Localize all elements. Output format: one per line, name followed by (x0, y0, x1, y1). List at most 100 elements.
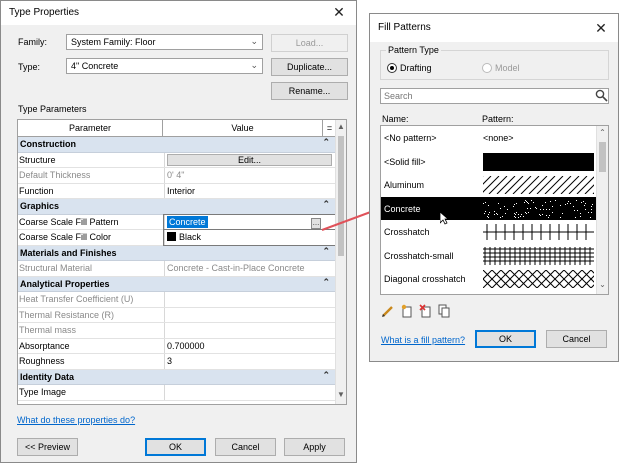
pattern-list-item[interactable]: Crosshatch-small (381, 244, 608, 268)
collapse-chevron-icon[interactable]: ⌃ (322, 137, 330, 148)
family-select[interactable]: System Family: Floor ⌄ (66, 34, 263, 50)
scroll-down-icon[interactable]: ⌄ (597, 280, 608, 292)
pattern-preview (483, 199, 594, 218)
parameter-name: Coarse Scale Fill Color (19, 232, 112, 242)
group-row[interactable]: Materials and Finishes ⌃ (18, 245, 336, 261)
new-pattern-icon[interactable] (401, 304, 412, 318)
title-bar: Type Properties ✕ (1, 1, 356, 25)
parameter-value: Concrete - Cast-in-Place Concrete (167, 263, 305, 273)
rename-button[interactable]: Rename... (271, 82, 348, 100)
apply-button[interactable]: Apply (284, 438, 345, 456)
scroll-up-icon[interactable]: ⌃ (597, 128, 608, 140)
close-icon[interactable]: ✕ (328, 3, 350, 21)
parameter-value-cell[interactable]: 3 (164, 354, 336, 369)
type-select[interactable]: 4" Concrete ⌄ (66, 58, 263, 74)
scroll-down-icon[interactable]: ▼ (336, 390, 346, 402)
grid-rows: Construction ⌃ Structure Edit... Default Thi… (18, 137, 337, 401)
parameter-value: 0' 4" (167, 170, 185, 180)
properties-help-link[interactable]: What do these properties do? (17, 415, 135, 425)
cancel-button[interactable]: Cancel (215, 438, 276, 456)
collapse-chevron-icon[interactable]: ⌃ (322, 246, 330, 257)
grid-scrollbar[interactable]: ▲ ▼ (335, 120, 346, 404)
column-header-value[interactable]: Value (163, 120, 323, 136)
parameter-row[interactable]: Roughness 3 (18, 354, 336, 370)
group-row[interactable]: Analytical Properties ⌃ (18, 276, 336, 292)
search-input[interactable]: Search (380, 88, 609, 104)
search-icon[interactable] (595, 89, 608, 102)
type-label: Type: (18, 62, 41, 72)
fill-cancel-button[interactable]: Cancel (546, 330, 607, 348)
parameter-name: Default Thickness (19, 170, 91, 180)
ok-button[interactable]: OK (145, 438, 206, 456)
fill-pattern-help-link[interactable]: What is a fill pattern? (381, 335, 465, 345)
pattern-name: <Solid fill> (384, 156, 426, 167)
parameter-value-cell[interactable]: Interior (164, 183, 336, 198)
dialog-title: Type Properties (9, 7, 80, 18)
parameter-row[interactable]: Coarse Scale Fill Pattern Concrete (18, 213, 337, 230)
parameter-value-cell[interactable]: 0.700000 (164, 338, 336, 353)
parameter-row[interactable]: Absorptance 0.700000 (18, 338, 336, 354)
parameter-name: Structure (19, 154, 56, 165)
scrollbar-thumb[interactable] (599, 142, 606, 172)
parameter-value-cell[interactable]: Black (163, 229, 337, 246)
parameter-value: Interior (167, 185, 196, 196)
pattern-name: <No pattern> (384, 133, 437, 143)
group-row[interactable]: Graphics ⌃ (18, 199, 336, 215)
type-select-value: 4" Concrete (71, 61, 119, 71)
search-placeholder: Search (384, 91, 413, 101)
parameter-value: 3 (167, 356, 173, 366)
drafting-label: Drafting (400, 63, 432, 73)
group-row[interactable]: Identity Data ⌃ (18, 369, 336, 385)
pattern-action-toolbar (382, 304, 450, 318)
parameter-name: Roughness (19, 356, 65, 366)
pattern-list-item[interactable]: Concrete (381, 196, 608, 220)
parameter-row[interactable]: Function Interior (18, 183, 336, 199)
parameter-value-cell[interactable]: Edit... (164, 152, 336, 167)
name-column-label: Name: (382, 114, 409, 124)
collapse-chevron-icon[interactable]: ⌃ (322, 370, 330, 381)
parameter-value-cell: Concrete - Cast-in-Place Concrete (164, 261, 336, 276)
parameter-row[interactable]: Default Thickness 0' 4" (18, 168, 336, 184)
pattern-list-item[interactable]: Diagonal crosshatch (381, 267, 608, 291)
parameter-name: Structural Material (19, 263, 93, 273)
pattern-name: Crosshatch-small (384, 250, 454, 261)
group-row[interactable]: Construction ⌃ (18, 137, 336, 153)
parameter-row[interactable]: Structural Material Concrete - Cast-in-Pl… (18, 261, 336, 277)
pattern-list-item[interactable]: <Solid fill> (381, 150, 608, 174)
parameter-row[interactable]: Heat Transfer Coefficient (U) (18, 292, 336, 308)
duplicate-pattern-icon[interactable] (438, 304, 450, 318)
pattern-list-item[interactable]: <No pattern> <none> (381, 126, 608, 150)
parameter-row[interactable]: Type Image (18, 385, 336, 401)
pattern-preview (483, 176, 594, 194)
model-radio[interactable] (482, 63, 492, 73)
close-icon[interactable]: ✕ (590, 19, 612, 37)
type-parameters-grid: Parameter Value = Construction ⌃ Structure… (17, 119, 347, 405)
pattern-list: <No pattern> <none> <Solid fill> Aluminum Co… (380, 125, 609, 295)
parameter-row[interactable]: Structure Edit... (18, 152, 336, 168)
fill-pattern-value[interactable]: Concrete (167, 215, 208, 228)
edit-pencil-icon[interactable] (382, 306, 393, 317)
pattern-list-scrollbar[interactable]: ⌃ ⌄ (596, 126, 608, 294)
pattern-list-item[interactable]: Aluminum (381, 173, 608, 197)
delete-pattern-icon[interactable] (419, 304, 431, 318)
column-header-parameter[interactable]: Parameter (18, 120, 163, 136)
parameter-row[interactable]: Thermal Resistance (R) (18, 307, 336, 323)
parameter-row[interactable]: Thermal mass (18, 323, 336, 339)
duplicate-button[interactable]: Duplicate... (271, 58, 348, 76)
edit-structure-button[interactable]: Edit... (167, 153, 332, 166)
fill-color-value: Black (179, 232, 202, 242)
scroll-up-icon[interactable]: ▲ (336, 122, 346, 134)
pattern-list-item[interactable]: Crosshatch (381, 220, 608, 244)
drafting-radio[interactable] (387, 63, 397, 73)
parameter-value-cell[interactable] (164, 385, 336, 400)
title-bar: Fill Patterns ✕ (370, 14, 618, 42)
parameter-row[interactable]: Coarse Scale Fill Color Black (18, 229, 337, 246)
fill-ok-button[interactable]: OK (475, 330, 536, 348)
pattern-name: Concrete (384, 203, 421, 214)
load-button[interactable]: Load... (271, 34, 348, 52)
chevron-down-icon: ⌄ (250, 36, 258, 46)
type-parameters-label: Type Parameters (18, 104, 87, 114)
preview-button[interactable]: << Preview (17, 438, 78, 456)
family-select-value: System Family: Floor (71, 37, 156, 47)
collapse-chevron-icon[interactable]: ⌃ (322, 277, 330, 288)
